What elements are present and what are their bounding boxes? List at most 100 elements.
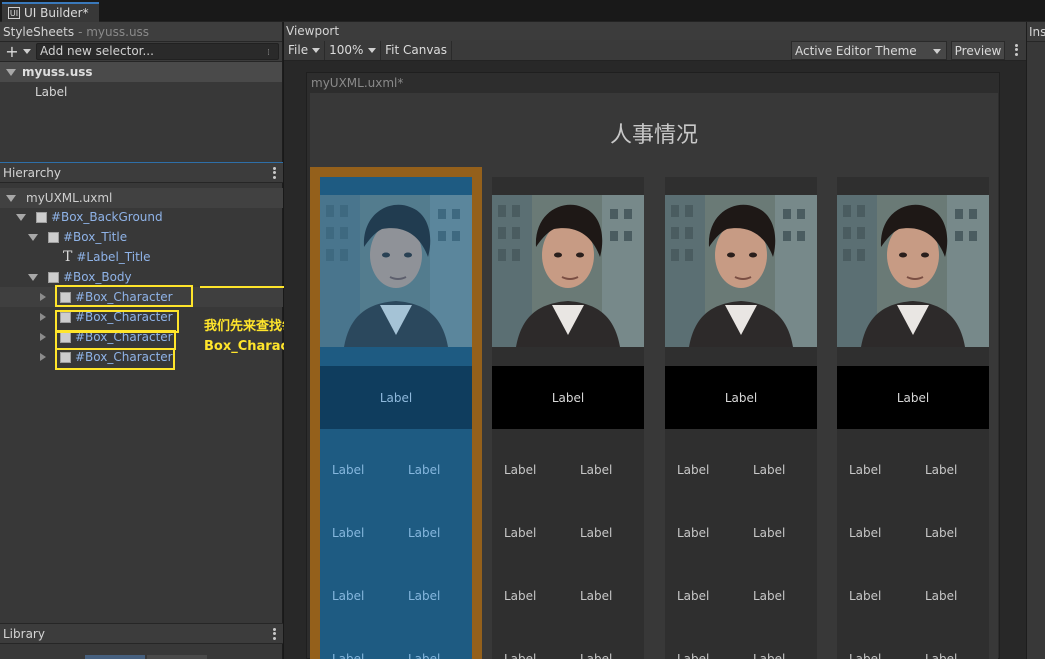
tree-item-label: #Box_Title [63, 230, 128, 244]
canvas-title: myUXML.uxml* [307, 73, 999, 93]
character-attribute-label[interactable]: Label [925, 526, 957, 540]
character-attribute-label[interactable]: Label [849, 589, 881, 603]
collapsed-arrow-icon[interactable] [40, 313, 46, 321]
expand-arrow-icon[interactable] [6, 68, 16, 76]
theme-dropdown[interactable]: Active Editor Theme [791, 41, 947, 60]
portrait-photo [665, 195, 817, 347]
canvas-title-label: myUXML.uxml* [311, 76, 404, 90]
stylesheet-file-row[interactable]: myuss.uss [0, 62, 282, 82]
expand-arrow-icon[interactable] [16, 213, 26, 221]
collapsed-arrow-icon[interactable] [40, 333, 46, 341]
character-name-label[interactable]: Label [320, 366, 472, 429]
character-attribute-label[interactable]: Label [677, 652, 709, 659]
library-menu-icon[interactable] [272, 627, 276, 641]
visual-element-icon [36, 211, 47, 223]
expand-arrow-icon[interactable] [28, 273, 38, 281]
box-background[interactable]: 人事情况 Label Label Label Label Label Label Label… [310, 93, 998, 659]
visual-element-icon [48, 231, 59, 243]
character-attribute-label[interactable]: Label [580, 652, 612, 659]
selector-item[interactable]: Label [0, 82, 282, 102]
character-attribute-label[interactable]: Label [408, 652, 440, 659]
character-attribute-label[interactable]: Label [753, 652, 785, 659]
expand-arrow-icon[interactable] [6, 194, 16, 202]
character-photo [837, 195, 989, 347]
preview-button[interactable]: Preview [951, 41, 1005, 60]
character-attribute-label[interactable]: Label [753, 526, 785, 540]
library-header: Library [0, 624, 283, 644]
character-name-label[interactable]: Label [665, 366, 817, 429]
character-attribute-label[interactable]: Label [580, 463, 612, 477]
collapsed-arrow-icon[interactable] [40, 293, 46, 301]
box-character[interactable]: Label Label Label Label Label Label Label Label… [492, 177, 644, 659]
tree-item-box-body[interactable]: #Box_Body [0, 267, 283, 287]
character-attribute-label[interactable]: Label [753, 589, 785, 603]
library-tab-standard[interactable] [85, 655, 145, 659]
add-stylesheet-button[interactable]: + [0, 42, 36, 61]
new-selector-input[interactable]: Add new selector... ⁞ [36, 43, 279, 60]
fit-canvas-button[interactable]: Fit Canvas [381, 40, 453, 60]
character-attribute-label[interactable]: Label [677, 463, 709, 477]
box-character[interactable]: Label Label Label Label Label Label Label Label… [665, 177, 817, 659]
character-attribute-label[interactable]: Label [677, 526, 709, 540]
library-title: Library [3, 626, 45, 641]
ui-builder-tab[interactable]: UI UI Builder* [2, 2, 99, 22]
stylesheet-file-name: myuss.uss [22, 65, 93, 79]
box-character[interactable]: Label Label Label Label Label Label Label Label… [310, 167, 482, 659]
inspector-header: Ins [1027, 22, 1045, 42]
character-attribute-label[interactable]: Label [332, 463, 364, 477]
chevron-down-icon [368, 47, 377, 53]
tree-item-label: #Box_BackGround [51, 210, 163, 224]
hierarchy-menu-icon[interactable] [272, 166, 276, 180]
character-name-label[interactable]: Label [837, 366, 989, 429]
zoom-dropdown[interactable]: 100% [325, 40, 382, 60]
visual-element-icon [48, 271, 59, 283]
character-attribute-label[interactable]: Label [925, 463, 957, 477]
character-attribute-label[interactable]: Label [580, 589, 612, 603]
character-attribute-label[interactable]: Label [580, 526, 612, 540]
character-attribute-label[interactable]: Label [332, 652, 364, 659]
character-attribute-label[interactable]: Label [408, 526, 440, 540]
expand-arrow-icon[interactable] [28, 233, 38, 241]
character-attribute-label[interactable]: Label [504, 463, 536, 477]
character-attribute-label[interactable]: Label [504, 652, 536, 659]
preview-label: Preview [954, 43, 1002, 58]
stylesheets-title: StyleSheets [3, 24, 75, 39]
collapsed-arrow-icon[interactable] [40, 353, 46, 361]
character-attribute-label[interactable]: Label [408, 589, 440, 603]
viewport-menu-icon[interactable] [1014, 43, 1018, 57]
tree-item-box-background[interactable]: #Box_BackGround [0, 207, 283, 227]
selector-bar: + Add new selector... ⁞ [0, 42, 282, 62]
library-tab-project[interactable] [147, 655, 207, 659]
stylesheets-header: StyleSheets - myuss.uss [0, 22, 282, 42]
character-attribute-label[interactable]: Label [504, 589, 536, 603]
ui-builder-window: UI UI Builder* StyleSheets - myuss.uss +… [0, 0, 1045, 659]
tree-item-label-title[interactable]: T #Label_Title [0, 247, 283, 267]
chevron-down-icon [933, 49, 941, 54]
character-attribute-label[interactable]: Label [925, 589, 957, 603]
window-tab-strip: UI UI Builder* [0, 0, 1045, 22]
character-photo [320, 195, 472, 347]
hierarchy-root-label: myUXML.uxml [26, 191, 113, 205]
viewport-header: Viewport [284, 22, 1026, 40]
character-attribute-label[interactable]: Label [925, 652, 957, 659]
drag-handle-icon[interactable]: ⁞ [267, 46, 270, 61]
character-attribute-label[interactable]: Label [849, 463, 881, 477]
annotation-arrow [200, 286, 294, 288]
selection-tint [320, 195, 472, 347]
fit-canvas-label: Fit Canvas [385, 43, 448, 57]
tree-item-box-title[interactable]: #Box_Title [0, 227, 283, 247]
character-attribute-label[interactable]: Label [332, 589, 364, 603]
character-attribute-label[interactable]: Label [504, 526, 536, 540]
character-name-label[interactable]: Label [492, 366, 644, 429]
page-title[interactable]: 人事情况 [310, 117, 998, 149]
character-attribute-label[interactable]: Label [677, 589, 709, 603]
character-attribute-label[interactable]: Label [753, 463, 785, 477]
file-menu-button[interactable]: File [284, 40, 326, 60]
character-attribute-label[interactable]: Label [332, 526, 364, 540]
character-attribute-label[interactable]: Label [849, 526, 881, 540]
canvas[interactable]: myUXML.uxml* 人事情况 Label Label Label Label La… [306, 72, 1000, 659]
hierarchy-root[interactable]: myUXML.uxml [0, 188, 283, 208]
character-attribute-label[interactable]: Label [408, 463, 440, 477]
character-attribute-label[interactable]: Label [849, 652, 881, 659]
box-character[interactable]: Label Label Label Label Label Label Label Label… [837, 177, 989, 659]
